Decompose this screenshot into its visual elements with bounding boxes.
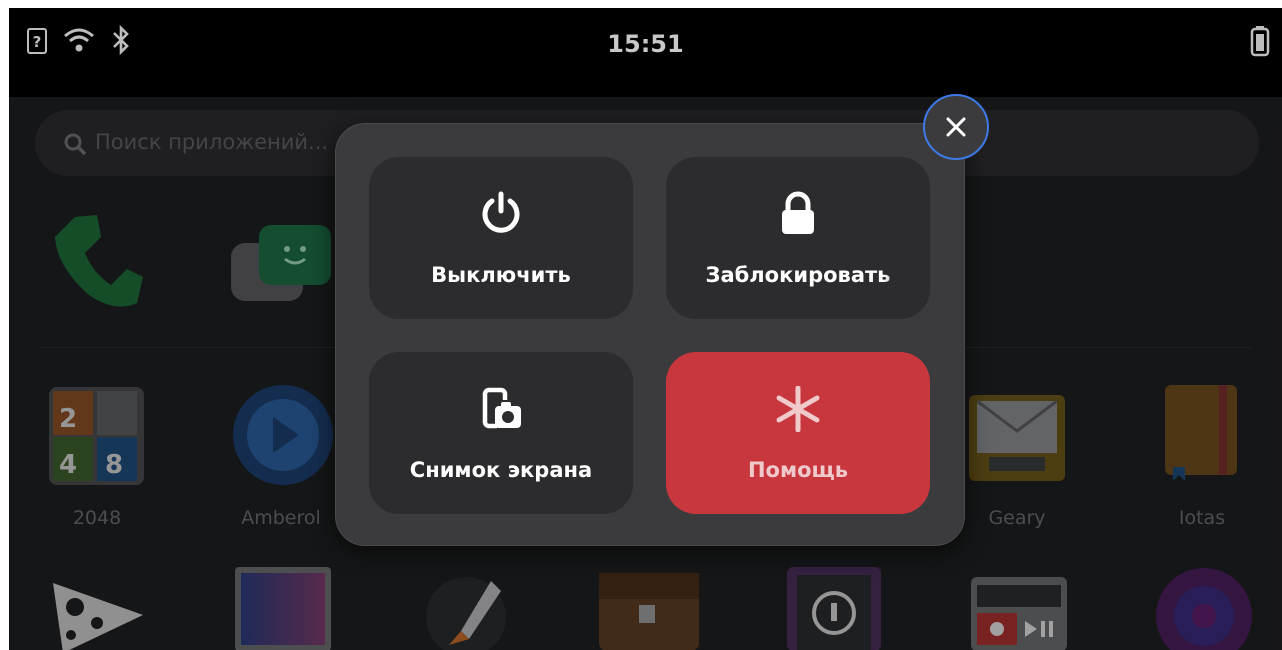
screenshot-label: Снимок экрана [409,458,593,482]
shutdown-label: Выключить [431,263,571,287]
lock-button[interactable]: Заблокировать [666,157,930,319]
power-menu-dialog: Выключить Заблокировать Снимок экрана По… [335,123,965,546]
shutdown-button[interactable]: Выключить [369,157,633,319]
power-icon [369,191,633,239]
close-button[interactable] [923,94,989,160]
close-icon [946,117,966,137]
battery-icon [1250,25,1270,61]
status-bar: ? 15:51 [9,8,1282,97]
asterisk-icon [666,385,930,436]
help-button[interactable]: Помощь [666,352,930,514]
lock-label: Заблокировать [705,263,891,287]
clock: 15:51 [607,30,684,58]
phone-screen: ? 15:51 Поиск приложений... 248 2048 Amb… [9,8,1282,650]
lock-icon [666,191,930,239]
screenshot-button[interactable]: Снимок экрана [369,352,633,514]
help-label: Помощь [747,458,849,482]
screenshot-icon [369,386,633,436]
